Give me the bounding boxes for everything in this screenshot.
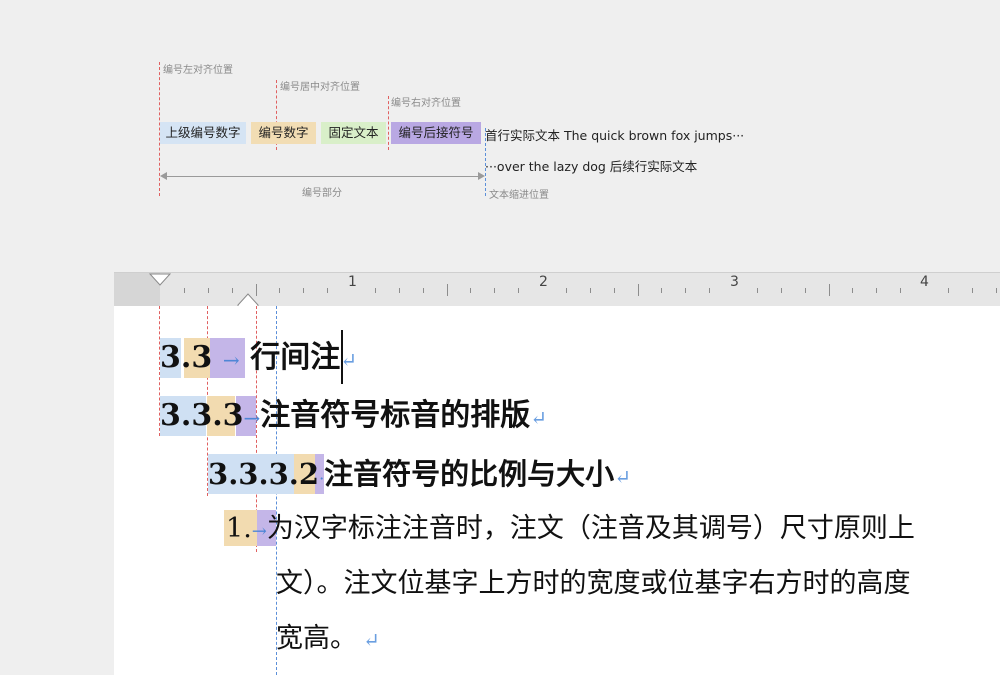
h3-dot-2: . bbox=[258, 457, 269, 491]
ruler-tick bbox=[470, 287, 472, 293]
first-line-text: 首行实际文本 The quick brown fox jumps··· bbox=[485, 128, 745, 143]
h2-dot-1: . bbox=[180, 398, 192, 433]
ruler-number-2: 2 bbox=[539, 274, 548, 290]
h2-return-mark-icon: ↵ bbox=[530, 406, 548, 430]
p1-line-3: 宽高。 bbox=[276, 623, 357, 654]
document-page[interactable]: 3.3 → 行间注↵ 3.3.3→注音符号标音的排版↵ 3.3.3.2·注音符号的比… bbox=[114, 306, 1000, 675]
ruler-number-1: 1 bbox=[348, 274, 357, 290]
p1-dot: . bbox=[243, 513, 252, 544]
ruler-tick bbox=[303, 287, 305, 293]
text-caret bbox=[341, 330, 343, 384]
list-item-1-line-3[interactable]: 宽高。 ↵ bbox=[276, 622, 380, 657]
h3-return-mark-icon: ↵ bbox=[614, 465, 631, 489]
h2-text: 注音符号标音的排版 bbox=[260, 398, 531, 433]
ruler-tick bbox=[661, 287, 663, 293]
p1-num: 1 bbox=[226, 513, 244, 544]
ruler-tick bbox=[995, 287, 997, 293]
h1-num-b: 3 bbox=[191, 340, 213, 375]
ruler-tick bbox=[637, 284, 639, 296]
label-text-indent-position: 文本缩进位置 bbox=[489, 190, 549, 201]
list-item-1[interactable]: 1.→为汉字标注注音时，注文（注音及其调号）尺寸原则上 bbox=[226, 512, 915, 549]
h1-tab-arrow-icon: → bbox=[222, 348, 240, 372]
first-line-indent-marker-icon[interactable] bbox=[149, 273, 171, 287]
ruler-tick bbox=[183, 287, 185, 293]
p1-line-2: 文）。注文位基字上方时的宽度或位基字右方时的高度 bbox=[276, 568, 911, 599]
h1-num-a: 3 bbox=[160, 340, 181, 375]
right-align-guide bbox=[388, 96, 389, 150]
box-trailing-symbol: 编号后接符号 bbox=[391, 122, 481, 144]
ruler-tick bbox=[685, 287, 687, 293]
p1-return-mark-icon: ↵ bbox=[363, 628, 380, 652]
h2-dot-2: . bbox=[212, 398, 223, 433]
ruler-tick bbox=[828, 284, 830, 296]
ruler-tick bbox=[207, 287, 209, 293]
ruler-tick bbox=[494, 287, 496, 293]
h3-num-c: 3 bbox=[268, 457, 289, 491]
numbering-span-arrow-right-icon bbox=[478, 172, 485, 180]
heading-level-2[interactable]: 3.3.3→注音符号标音的排版↵ bbox=[160, 398, 547, 436]
h3-text: 注音符号的比例与大小 bbox=[324, 457, 615, 491]
h2-num-b: 3 bbox=[191, 398, 213, 433]
continuation-text: ···over the lazy dog 后续行实际文本 bbox=[485, 159, 698, 174]
heading-level-1[interactable]: 3.3 → 行间注↵ bbox=[160, 340, 357, 378]
ruler-tick bbox=[852, 287, 854, 293]
label-numbering-part: 编号部分 bbox=[302, 188, 342, 199]
h3-num-d: 2 bbox=[298, 457, 320, 491]
h2-num-a: 3 bbox=[160, 398, 181, 433]
ruler-number-3: 3 bbox=[730, 274, 739, 290]
h3-dot-3: . bbox=[288, 457, 299, 491]
h3-num-a: 3 bbox=[208, 457, 229, 491]
ruler-tick bbox=[374, 287, 376, 293]
box-fixed-text: 固定文本 bbox=[321, 122, 386, 144]
p1-tab-arrow-icon: → bbox=[251, 521, 267, 542]
label-number-center-align: 编号居中对齐位置 bbox=[280, 82, 360, 93]
h1-text: 行间注 bbox=[250, 340, 341, 375]
ruler-tick bbox=[613, 287, 615, 293]
p1-line-1: 为汉字标注注音时，注文（注音及其调号）尺寸原则上 bbox=[266, 513, 915, 544]
ruler-tick bbox=[780, 287, 782, 293]
ruler-tick bbox=[398, 287, 400, 293]
ruler-tick bbox=[756, 287, 758, 293]
box-number: 编号数字 bbox=[251, 122, 316, 144]
ruler-tick bbox=[804, 287, 806, 293]
ruler-tick bbox=[971, 287, 973, 293]
label-number-left-align: 编号左对齐位置 bbox=[163, 65, 233, 76]
ruler-tick bbox=[589, 287, 591, 293]
box-parent-number: 上级编号数字 bbox=[160, 122, 246, 144]
numbering-span-line bbox=[166, 176, 478, 177]
ruler-tick bbox=[947, 287, 949, 293]
h3-num-b: 3 bbox=[238, 457, 259, 491]
ruler-tick bbox=[518, 287, 520, 293]
ruler-tick bbox=[900, 287, 902, 293]
horizontal-ruler[interactable]: 1 2 3 4 bbox=[114, 272, 1000, 321]
ruler-tick bbox=[231, 287, 233, 293]
label-number-right-align: 编号右对齐位置 bbox=[391, 98, 461, 109]
ruler-tick bbox=[327, 287, 329, 293]
h2-tab-arrow-icon: → bbox=[243, 406, 261, 430]
heading-level-3[interactable]: 3.3.3.2·注音符号的比例与大小↵ bbox=[208, 456, 631, 497]
ruler-number-4: 4 bbox=[920, 274, 929, 290]
ruler-tick bbox=[565, 287, 567, 293]
ruler-tick bbox=[446, 284, 448, 296]
h3-dot-1: . bbox=[228, 457, 239, 491]
ruler-tick bbox=[279, 287, 281, 293]
ruler-tick bbox=[422, 287, 424, 293]
ruler-tick bbox=[709, 287, 711, 293]
list-item-1-line-2[interactable]: 文）。注文位基字上方时的宽度或位基字右方时的高度 bbox=[276, 567, 911, 601]
h2-num-c: 3 bbox=[222, 398, 244, 433]
ruler-tick bbox=[876, 287, 878, 293]
h1-dot: . bbox=[180, 340, 192, 375]
